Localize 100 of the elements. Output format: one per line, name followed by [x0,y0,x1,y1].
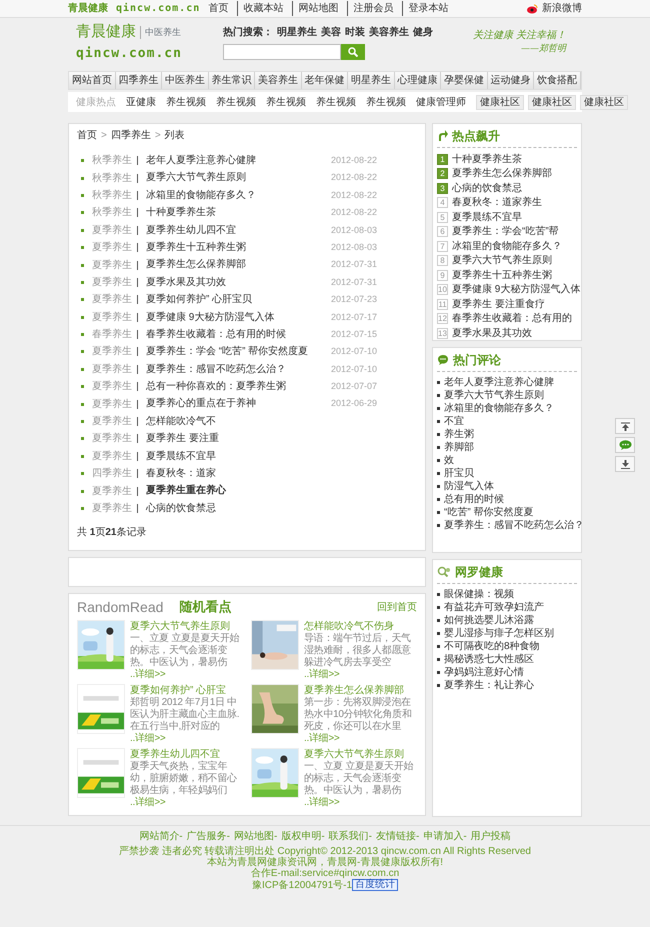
nav-link[interactable]: 网站首页 [69,72,116,89]
top-link[interactable]: 首页 [208,1,232,16]
article-link[interactable]: 夏季养生重在养心 [146,482,226,500]
breadcrumb-link[interactable]: 四季养生 [110,128,151,152]
nav-link[interactable]: 运动健身 [488,72,534,89]
hot-article-link[interactable]: 夏季水果及其功效 [452,326,532,340]
community-button[interactable]: 健康社区 [580,94,628,110]
health-article-link[interactable]: 如何挑选婴儿沐浴露 [444,614,534,627]
breadcrumb-link[interactable]: 首页 [77,128,97,152]
speech-bubble-icon [437,354,449,365]
health-article-link[interactable]: 揭秘诱惑七大性感区 [444,653,534,666]
comment-article-link[interactable]: 夏季六大节气养生原则 [444,389,544,402]
nav-link[interactable]: 四季养生 [116,72,162,89]
hot-article-link[interactable]: 春夏秋冬：道家养生 [452,196,542,210]
comment-article-link[interactable]: 老年人夏季注意养心健脾 [444,376,554,389]
hot-article-link[interactable]: 冰箱里的食物能存多久？ [452,240,562,253]
health-article-link[interactable]: 夏季养生：礼让养心 [444,679,534,692]
hot-article-link[interactable]: 春季养生收藏着：总有用的 [452,312,572,326]
hot-search-link[interactable]: 美容 [320,24,341,40]
nav-link[interactable]: 孕婴保健 [441,72,488,89]
article-link[interactable]: 夏季养生怎么保养脚部 [146,256,246,274]
nav-link[interactable]: 明星养生 [348,72,395,89]
comment-article-link[interactable]: 防湿气入体 [444,480,494,493]
comment-article-link[interactable]: 养脚部 [444,441,474,454]
hot-search-link[interactable]: 健身 [412,24,433,40]
comment-article-link[interactable]: 不宜 [444,415,464,428]
health-article-link[interactable]: 眼保健操：视频 [444,588,514,601]
nav-link[interactable]: 饮食搭配 [534,72,582,89]
section-title: 网罗健康 [455,564,503,580]
hot-article-link[interactable]: 十种夏季养生茶 [452,152,522,166]
comment-article-link[interactable]: “吃苦” 帮你安然度夏 [444,506,534,519]
article-link[interactable]: 冰箱里的食物能存多久？ [146,186,256,204]
article-link[interactable]: 春夏秋冬：道家 [146,465,216,482]
chat-button[interactable] [615,437,635,453]
article-link[interactable]: 夏季养心的重点在于养神 [146,395,256,413]
nav-link[interactable]: 中医养生 [162,72,209,89]
scroll-top-button[interactable] [615,418,635,434]
article-link[interactable]: 夏季养生：感冒不吃药怎么治？ [146,360,286,378]
nav-link[interactable]: 心理健康 [394,72,442,89]
hot-search-link[interactable]: 时装 [344,24,365,40]
top-link[interactable]: 注册会员 [347,1,398,16]
subnav-link[interactable]: 养生视频 [216,94,256,110]
community-button[interactable]: 健康社区 [476,94,524,110]
article-link[interactable]: 夏季水果及其功效 [146,274,226,292]
article-link[interactable]: 夏季养生 要注重 [146,430,219,448]
comment-article-link[interactable]: 效 [444,454,454,467]
top-link[interactable]: 登录本站 [402,1,452,16]
record-count: 共 1页21条记录 [77,526,148,540]
article-link[interactable]: 十种夏季养生茶 [146,204,216,222]
hot-article-link[interactable]: 夏季健康 9大秘方防湿气入体 [452,283,580,296]
comment-article-link[interactable]: 养生粥 [444,428,474,441]
breadcrumb-link[interactable]: 列表 [164,128,185,152]
health-article-link[interactable]: 孕妈妈注意好心情 [444,666,524,679]
article-link[interactable]: 春季养生收藏着：总有用的时候 [146,326,286,344]
subnav-link[interactable]: 养生视频 [166,94,206,110]
health-article-link[interactable]: 不可隔夜吃的8种食物 [444,640,540,653]
comment-article-link[interactable]: 肝宝贝 [444,467,474,480]
search-button[interactable] [340,44,365,60]
nav-link[interactable]: 养生常识 [208,72,256,89]
up-arrow-icon [620,422,630,430]
stats-badge[interactable]: 百度统计 [352,879,398,891]
article-link[interactable]: 夏季健康 9大秘方防湿气入体 [146,308,274,326]
hot-article-link[interactable]: 夏季养生：学会“吃苦”帮 [452,225,559,238]
article-link[interactable]: 夏季晨练不宜早 [146,448,216,466]
article-link[interactable]: 总有一种你喜欢的：夏季养生粥 [146,378,286,396]
comment-article-link[interactable]: 夏季养生：感冒不吃药怎么治？ [444,519,584,532]
top-link[interactable]: 网站地图 [292,1,342,16]
article-link[interactable]: 夏季养生十五种养生粥 [146,238,246,256]
article-link[interactable]: 心病的饮食禁忌 [146,500,216,518]
community-button[interactable]: 健康社区 [528,94,576,110]
nav-link[interactable]: 老年保健 [302,72,348,89]
article-link[interactable]: 怎样能吹冷气不 [146,412,216,430]
article-link[interactable]: 夏季养生幼儿四不宜 [146,222,236,239]
health-article-link[interactable]: 有益花卉可致孕妇流产 [444,601,544,614]
search-field[interactable] [222,44,341,60]
health-article-link[interactable]: 婴儿湿疹与痱子怎样区别 [444,627,554,640]
hot-article-link[interactable]: 夏季晨练不宜早 [452,210,522,224]
nav-link[interactable]: 美容养生 [255,72,302,89]
hot-search-link[interactable]: 美容养生 [368,24,409,40]
article-link[interactable]: 夏季六大节气养生原则 [146,169,246,187]
article-link[interactable]: 老年人夏季注意养心健脾 [146,152,256,170]
comment-article-link[interactable]: 冰箱里的食物能存多久？ [444,402,554,415]
subnav-link[interactable]: 养生视频 [266,94,306,110]
article-date: 2012-07-23 [330,293,377,306]
subnav-link[interactable]: 养生视频 [316,94,356,110]
article-link[interactable]: 夏季养生：学会 “吃苦” 帮你安然度夏 [146,343,308,361]
top-link[interactable]: 收藏本站 [237,1,288,16]
comment-article-link[interactable]: 总有用的时候 [444,493,504,506]
article-link[interactable]: 夏季如何养护” 心肝宝贝 [146,291,252,309]
hot-article-link[interactable]: 夏季养生 要注重食疗 [452,298,545,311]
weibo-link[interactable]: 新浪微博 [527,1,582,16]
hot-article-link[interactable]: 夏季养生十五种养生粥 [452,268,552,282]
hot-article-link[interactable]: 夏季养生怎么保养脚部 [452,167,552,180]
hot-search-link[interactable]: 明星养生 [276,24,317,40]
scroll-bottom-button[interactable] [615,456,635,472]
subnav-link[interactable]: 亚健康 [126,94,156,110]
subnav-link[interactable]: 健康管理师 [416,94,466,110]
hot-article-link[interactable]: 夏季六大节气养生原则 [452,254,552,268]
subnav-link[interactable]: 养生视频 [366,94,406,110]
hot-article-link[interactable]: 心病的饮食禁忌 [452,182,522,195]
